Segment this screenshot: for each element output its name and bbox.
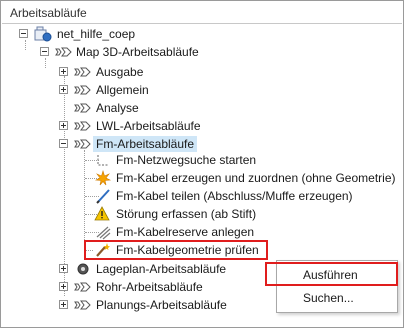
minus-icon	[61, 143, 66, 144]
workflow-arrow-icon	[74, 139, 91, 149]
plus-icon	[61, 69, 66, 74]
plus-icon	[61, 284, 66, 289]
project-folder-icon	[34, 26, 52, 42]
tree-item-planungs[interactable]: Planungs-Arbeitsabläufe	[96, 297, 227, 313]
expand-toggle[interactable]	[59, 67, 68, 76]
tree-item-lwl[interactable]: LWL-Arbeitsabläufe	[96, 118, 201, 134]
expand-toggle[interactable]	[59, 121, 68, 130]
fm-item-kabel-teilen[interactable]: Fm-Kabel teilen (Abschluss/Muffe erzeuge…	[116, 188, 353, 204]
minus-icon	[42, 51, 47, 52]
fm-item-kabelreserve[interactable]: Fm-Kabelreserve anlegen	[116, 224, 254, 240]
spark-icon	[94, 170, 112, 186]
tree-item-lageplan[interactable]: Lageplan-Arbeitsabläufe	[96, 261, 226, 277]
workflow-arrow-icon	[74, 85, 91, 95]
reserve-icon	[96, 226, 111, 240]
tree-line	[84, 150, 85, 252]
workflow-arrow-icon	[74, 282, 91, 292]
workflow-arrow-icon	[74, 121, 91, 131]
plus-icon	[61, 87, 66, 92]
tree-item-map3d[interactable]: Map 3D-Arbeitsabläufe	[76, 44, 199, 60]
tree-item-allgemein[interactable]: Allgemein	[96, 82, 149, 98]
plus-icon	[61, 302, 66, 307]
warning-icon	[94, 206, 110, 221]
workflow-arrow-icon	[55, 47, 72, 57]
minus-icon	[21, 33, 26, 34]
collapse-toggle[interactable]	[59, 139, 68, 148]
collapse-toggle[interactable]	[40, 47, 49, 56]
workflow-arrow-icon	[74, 300, 91, 310]
expand-toggle[interactable]	[59, 85, 68, 94]
collapse-toggle[interactable]	[19, 29, 28, 38]
settings-icon	[77, 263, 89, 275]
workflow-arrow-icon	[74, 103, 91, 113]
expand-toggle[interactable]	[59, 300, 68, 309]
expand-toggle[interactable]	[59, 264, 68, 273]
tree-line	[25, 40, 26, 50]
tree-item-ausgabe[interactable]: Ausgabe	[96, 64, 143, 80]
tree-item-root[interactable]: net_hilfe_coep	[57, 26, 135, 42]
tree-item-fm[interactable]: Fm-Arbeitsabläufe	[93, 136, 198, 152]
tree-line	[64, 76, 65, 296]
fm-item-kabel-erzeugen[interactable]: Fm-Kabel erzeugen und zuordnen (ohne Geo…	[116, 170, 396, 186]
plus-icon	[61, 266, 66, 271]
menu-item-suchen[interactable]: Suchen...	[278, 287, 396, 309]
tree-item-analyse[interactable]: Analyse	[96, 100, 139, 116]
workflow-arrow-icon	[74, 67, 91, 77]
tree-item-rohr[interactable]: Rohr-Arbeitsabläufe	[96, 279, 203, 295]
tree-line	[45, 58, 46, 68]
menu-highlight	[265, 262, 398, 286]
fm-item-netzwegsuche[interactable]: Fm-Netzwegsuche starten	[116, 152, 256, 168]
expand-toggle[interactable]	[59, 282, 68, 291]
item-highlight	[84, 240, 268, 260]
route-icon	[97, 155, 108, 166]
fm-item-stoerung[interactable]: Störung erfassen (ab Stift)	[116, 206, 256, 222]
plus-icon	[61, 123, 66, 128]
pen-icon	[96, 189, 110, 204]
